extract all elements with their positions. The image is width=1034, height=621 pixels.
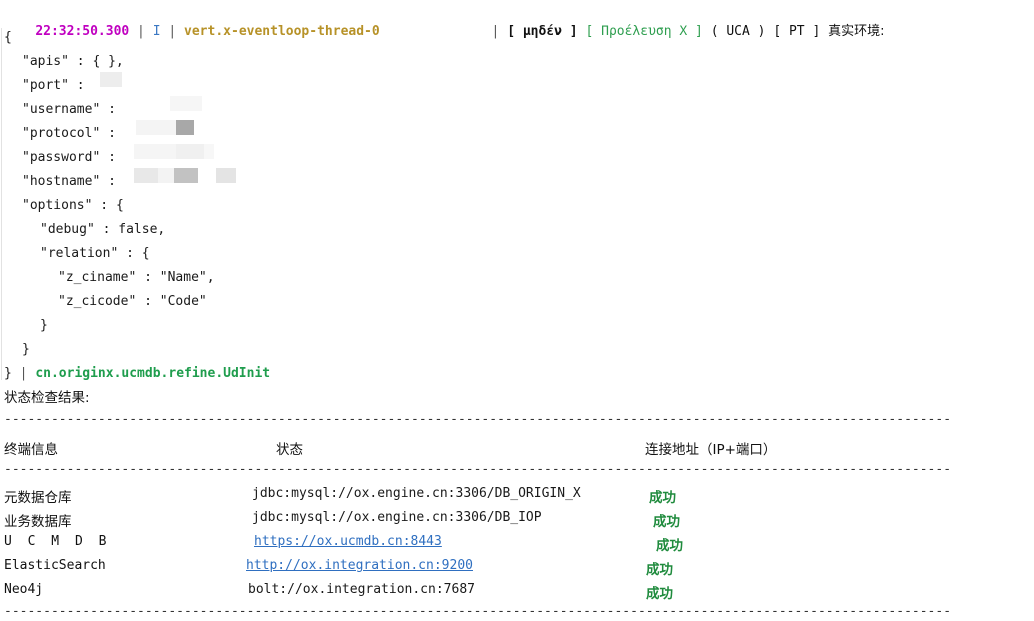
log-class-name: cn.originx.ucmdb.refine.UdInit <box>35 366 271 381</box>
divider-middle: ----------------------------------------… <box>4 462 952 477</box>
json-line-port: "port" : <box>4 78 92 94</box>
json-line-apis: "apis" : { }, <box>4 54 124 70</box>
json-key-z-ciname: "z_ciname" <box>58 270 137 285</box>
json-close-root: } <box>4 366 12 381</box>
redacted-value-block <box>170 96 202 111</box>
connection-address-cell: bolt://ox.integration.cn:7687 <box>248 582 475 597</box>
redacted-value-block <box>176 120 186 135</box>
json-key-port: "port" <box>22 78 69 93</box>
status-badge: 成功 <box>646 562 673 578</box>
connection-address-link[interactable]: https://ox.ucmdb.cn:8443 <box>254 534 442 549</box>
log-tag-pt: [ PT ] <box>773 24 821 39</box>
log-separator-1: | <box>129 24 153 39</box>
json-line-relation: "relation" : { <box>4 246 150 262</box>
json-line-z-cicode: "z_cicode" : "Code" <box>4 294 207 310</box>
json-line-z-ciname: "z_ciname" : "Name", <box>4 270 215 286</box>
divider-top: ----------------------------------------… <box>4 412 952 427</box>
connection-address-cell: jdbc:mysql://ox.engine.cn:3306/DB_ORIGIN… <box>252 486 581 501</box>
terminal-name-cell: 业务数据库 <box>4 514 72 530</box>
status-badge: 成功 <box>656 538 683 554</box>
json-close-options: } <box>22 342 30 357</box>
column-header-status: 状态 <box>276 442 303 458</box>
connection-address-link[interactable]: http://ox.integration.cn:9200 <box>246 558 473 573</box>
column-header-terminal: 终端信息 <box>4 442 58 458</box>
json-value-z-cicode: "Code" <box>159 294 207 309</box>
redacted-value-block <box>216 168 236 183</box>
json-value-options: { <box>115 198 124 213</box>
log-separator-3: | <box>483 24 508 39</box>
terminal-name-cell: U C M D B <box>4 534 111 549</box>
terminal-name-cell: 元数据仓库 <box>4 490 72 506</box>
json-value-relation: { <box>141 246 150 261</box>
log-header-line: 22:32:50.300 | I | vert.x-eventloop-thre… <box>4 8 884 39</box>
redacted-value-block <box>134 144 176 159</box>
json-line-options: "options" : { <box>4 198 124 214</box>
json-key-password: "password" <box>22 150 101 165</box>
json-key-debug: "debug" <box>40 222 95 237</box>
log-timestamp: 22:32:50.300 <box>35 24 130 39</box>
json-close-relation: } <box>40 318 48 333</box>
json-value-debug: false, <box>118 222 166 237</box>
log-separator-2: | <box>160 24 185 39</box>
status-badge: 成功 <box>646 586 673 602</box>
status-badge: 成功 <box>649 490 676 506</box>
redacted-value-block <box>158 168 174 183</box>
json-line-protocol: "protocol" : <box>4 126 124 142</box>
json-key-protocol: "protocol" <box>22 126 101 141</box>
gutter-rule <box>1 28 2 380</box>
json-key-apis: "apis" <box>22 54 69 69</box>
json-value-z-ciname: "Name", <box>159 270 215 285</box>
json-key-relation: "relation" <box>40 246 119 261</box>
log-tag-uca: ( UCA ) <box>710 24 766 39</box>
log-env-label: 真实环境: <box>828 24 885 39</box>
status-badge: 成功 <box>653 514 680 530</box>
column-header-address: 连接地址（IP+端口） <box>645 442 777 458</box>
redacted-value-block <box>136 120 176 135</box>
status-section-title: 状态检查结果: <box>4 390 90 406</box>
log-thread-name: vert.x-eventloop-thread-0 <box>184 24 380 39</box>
redacted-value-block <box>204 144 214 159</box>
divider-bottom: ----------------------------------------… <box>4 604 952 619</box>
log-tag-nothing: [ μηδέν ] <box>507 24 578 39</box>
log-console: 22:32:50.300 | I | vert.x-eventloop-thre… <box>0 0 1034 621</box>
json-line-debug: "debug" : false, <box>4 222 165 238</box>
redacted-value-block <box>174 168 198 183</box>
terminal-name-cell: ElasticSearch <box>4 558 106 573</box>
json-key-username: "username" <box>22 102 101 117</box>
terminal-name-cell: Neo4j <box>4 582 44 597</box>
json-key-options: "options" <box>22 198 93 213</box>
redacted-value-block <box>176 144 204 159</box>
connection-address-cell: jdbc:mysql://ox.engine.cn:3306/DB_IOP <box>252 510 542 525</box>
log-level: I <box>152 24 161 39</box>
log-tag-origin: [ Προέλευση Χ ] <box>585 24 703 39</box>
json-line-username: "username" : <box>4 102 124 118</box>
json-open-brace: { <box>4 30 12 45</box>
json-close-line: } | cn.originx.ucmdb.refine.UdInit <box>4 366 271 381</box>
json-value-apis: { }, <box>92 54 124 69</box>
redacted-value-block <box>100 72 122 87</box>
json-line-password: "password" : <box>4 150 124 166</box>
json-key-hostname: "hostname" <box>22 174 101 189</box>
json-key-z-cicode: "z_cicode" <box>58 294 137 309</box>
json-line-hostname: "hostname" : <box>4 174 124 190</box>
redacted-value-block <box>134 168 158 183</box>
